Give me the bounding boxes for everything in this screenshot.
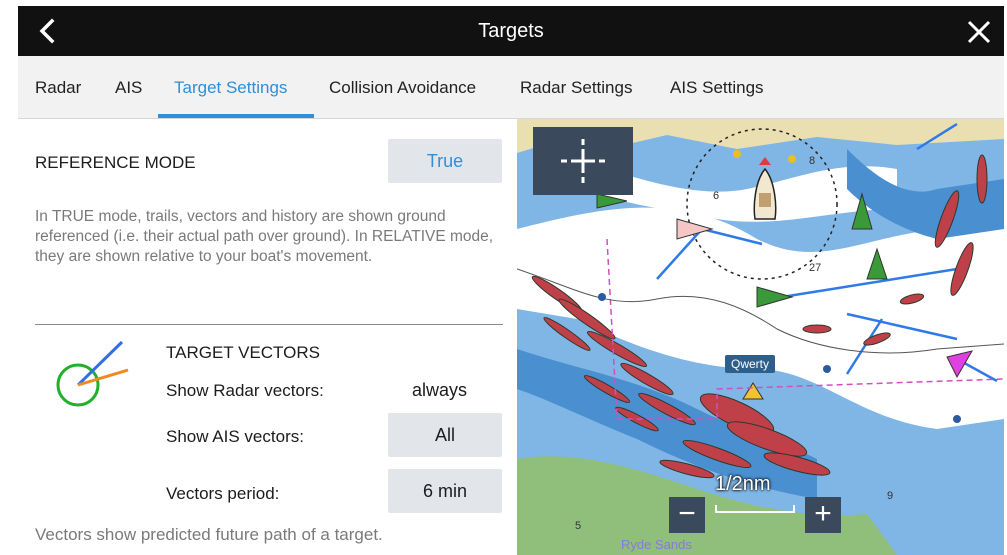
- settings-pane: REFERENCE MODE True In TRUE mode, trails…: [18, 119, 518, 555]
- show-ais-vectors-label: Show AIS vectors:: [166, 427, 304, 446]
- tab-target-settings[interactable]: Target Settings: [174, 78, 287, 98]
- vectors-period-button[interactable]: 6 min: [388, 469, 502, 513]
- vectors-period-label: Vectors period:: [166, 484, 280, 503]
- tab-radar[interactable]: Radar: [35, 78, 81, 98]
- cursor-button[interactable]: [533, 127, 633, 195]
- svg-text:5: 5: [575, 520, 581, 532]
- place-name-label: Ryde Sands: [621, 537, 692, 552]
- show-radar-vectors-value[interactable]: always: [412, 380, 467, 401]
- close-icon[interactable]: [964, 17, 994, 47]
- reference-mode-button[interactable]: True: [388, 139, 502, 183]
- show-radar-vectors-label: Show Radar vectors:: [166, 381, 324, 400]
- page-title: Targets: [478, 20, 544, 42]
- chart-scale-bar: [715, 505, 795, 513]
- svg-text:27: 27: [809, 262, 821, 274]
- target-vector-icon: [56, 340, 129, 407]
- svg-text:9: 9: [887, 490, 893, 502]
- title-bar: Targets: [18, 6, 1004, 56]
- reference-mode-description: In TRUE mode, trails, vectors and histor…: [35, 208, 494, 265]
- tab-collision-avoidance[interactable]: Collision Avoidance: [329, 78, 476, 98]
- target-vectors-heading: TARGET VECTORS: [166, 343, 320, 362]
- tab-ais[interactable]: AIS: [115, 78, 142, 98]
- zoom-in-button[interactable]: +: [805, 497, 841, 533]
- chart-scale-label: 1/2nm: [715, 473, 771, 495]
- show-ais-vectors-button[interactable]: All: [388, 413, 502, 457]
- tab-ais-settings[interactable]: AIS Settings: [670, 78, 764, 98]
- svg-text:8: 8: [809, 155, 815, 167]
- target-name-label[interactable]: Qwerty: [725, 355, 776, 373]
- svg-text:6: 6: [713, 190, 719, 202]
- tab-radar-settings[interactable]: Radar Settings: [520, 78, 632, 98]
- vectors-description: Vectors show predicted future path of a …: [35, 525, 383, 544]
- tab-bar: Radar AIS Target Settings Collision Avoi…: [18, 56, 1004, 119]
- zoom-out-button[interactable]: −: [669, 497, 705, 533]
- active-tab-indicator: [158, 114, 314, 118]
- chart-view[interactable]: 8 6 5 9 27 Qwerty Ryde Sands − 1/2nm +: [517, 119, 1004, 555]
- crosshair-icon: [561, 139, 605, 183]
- reference-mode-label: REFERENCE MODE: [35, 153, 196, 172]
- section-divider: [35, 324, 503, 325]
- targets-window: Targets Radar AIS Target Settings Collis…: [18, 6, 1004, 555]
